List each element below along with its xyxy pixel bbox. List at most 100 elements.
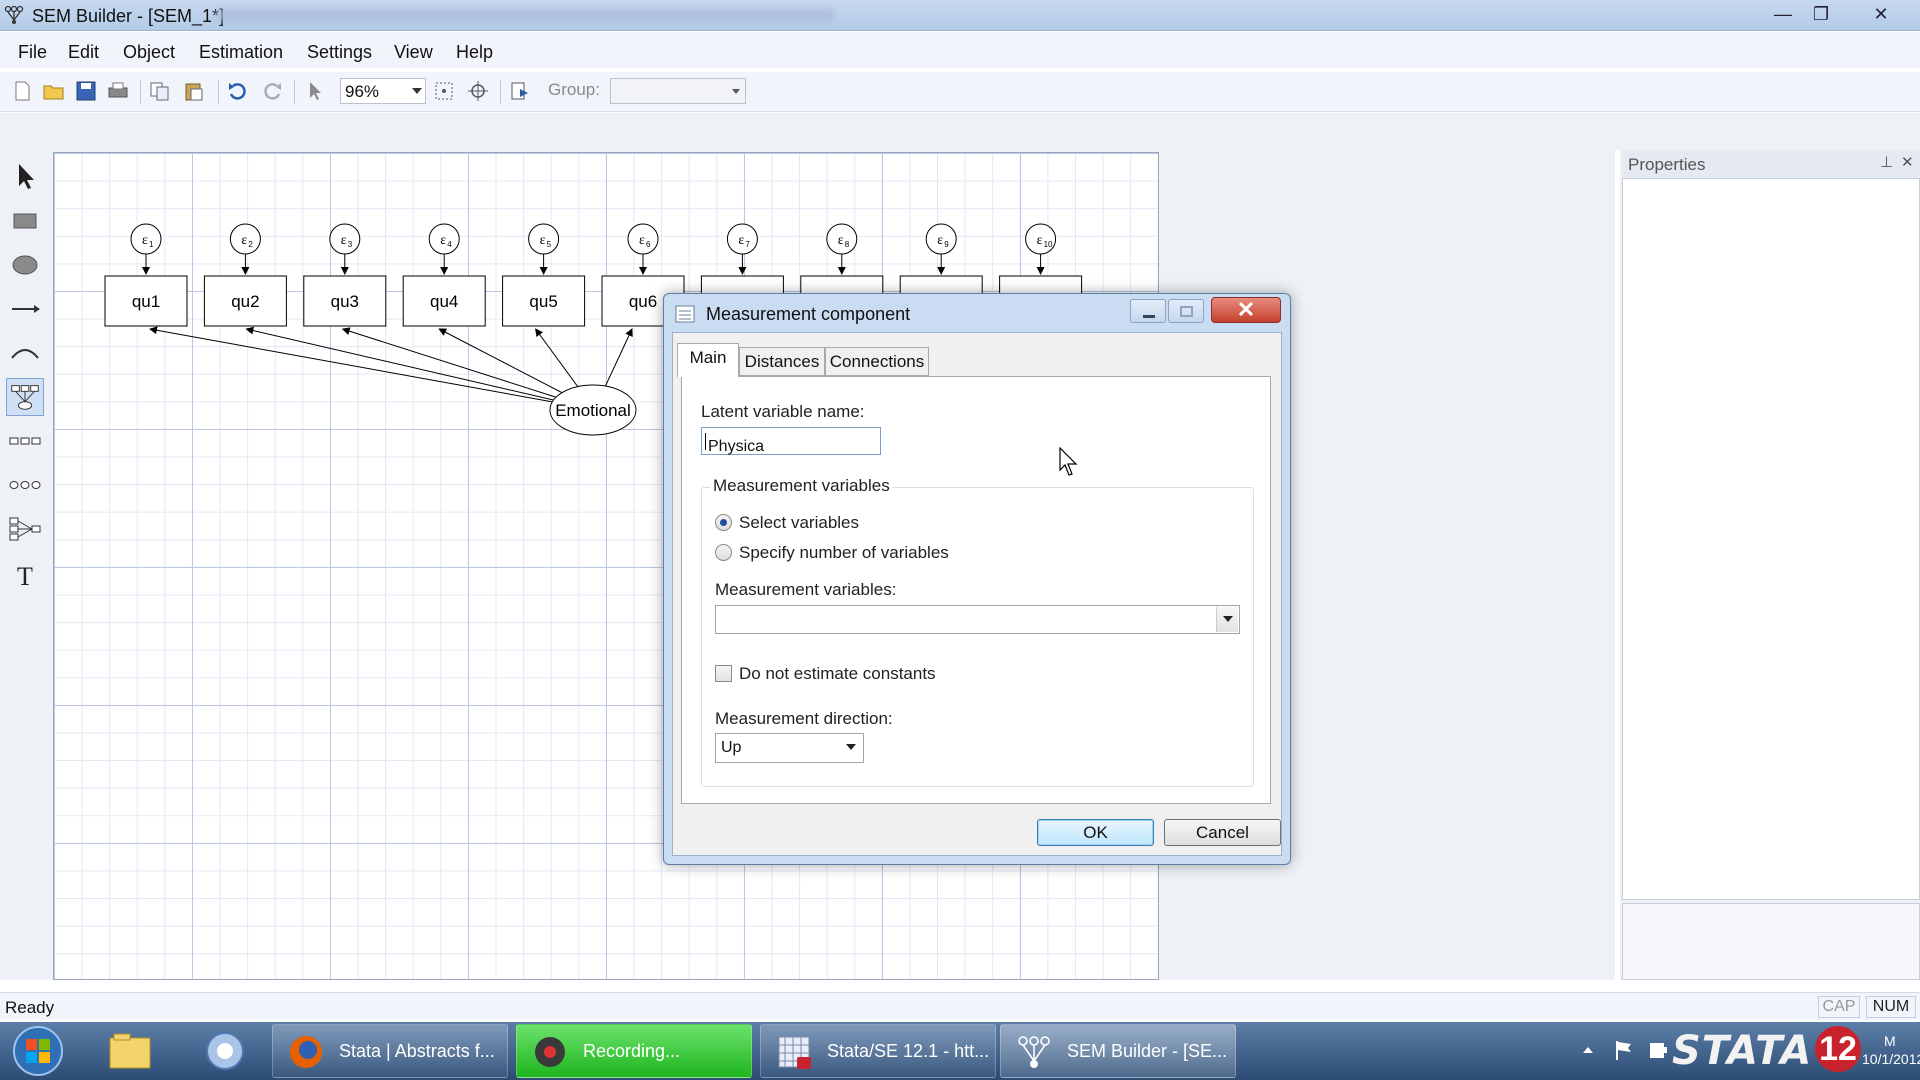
zoom-extent-icon[interactable] (466, 80, 490, 102)
dialog-minimize-button[interactable] (1130, 299, 1166, 323)
tab-main[interactable]: Main (677, 343, 739, 377)
error-term[interactable]: ε1 (130, 223, 162, 255)
specify-number-radio[interactable] (715, 544, 732, 561)
error-term[interactable]: ε8 (826, 223, 858, 255)
maximize-button[interactable]: ❐ (1802, 2, 1840, 26)
dialog-maximize-button[interactable] (1168, 299, 1204, 323)
error-term[interactable]: ε6 (627, 223, 659, 255)
latent-set-tool-icon[interactable] (6, 466, 44, 504)
select-tool-icon[interactable] (6, 158, 44, 196)
menu-edit[interactable]: Edit (68, 42, 99, 63)
copy-icon[interactable] (148, 80, 172, 102)
error-term[interactable]: ε9 (925, 223, 957, 255)
new-file-icon[interactable] (10, 80, 34, 102)
redo-icon[interactable] (260, 80, 284, 102)
menu-settings[interactable]: Settings (307, 42, 372, 63)
observed-variable-tool-icon[interactable] (6, 202, 44, 240)
no-constants-label[interactable]: Do not estimate constants (739, 664, 936, 684)
error-term[interactable]: ε2 (229, 223, 261, 255)
no-constants-checkbox[interactable] (715, 665, 732, 682)
measurement-variables-combo[interactable] (715, 605, 1240, 634)
power-tray-icon[interactable] (1646, 1038, 1670, 1062)
menu-object[interactable]: Object (123, 42, 175, 63)
measurement-component-dialog: Measurement component ✕ Main Distances C… (663, 293, 1291, 865)
observed-variable-box[interactable]: qu5 (502, 275, 586, 327)
measurement-variables-label: Measurement variables: (715, 580, 897, 599)
fit-in-window-icon[interactable] (432, 80, 456, 102)
observed-variable-box[interactable]: qu1 (104, 275, 188, 327)
tab-distances[interactable]: Distances (739, 347, 825, 376)
observed-variable-box[interactable]: qu4 (402, 275, 486, 327)
direction-select[interactable]: Up (715, 733, 864, 763)
menu-bar: File Edit Object Estimation Settings Vie… (0, 32, 1920, 68)
error-term[interactable]: ε7 (726, 223, 758, 255)
messenger-pin-icon[interactable] (195, 1026, 255, 1076)
tab-connections[interactable]: Connections (825, 347, 929, 376)
explorer-pin-icon[interactable] (100, 1026, 160, 1076)
select-variables-radio[interactable] (715, 514, 732, 531)
chevron-down-icon[interactable] (1216, 607, 1238, 632)
error-subscript: 1 (149, 240, 154, 249)
task-label: SEM Builder - [SE... (1067, 1041, 1228, 1061)
minimize-button[interactable]: — (1764, 2, 1802, 26)
select-variables-label[interactable]: Select variables (739, 513, 859, 533)
menu-file[interactable]: File (18, 42, 47, 63)
save-icon[interactable] (74, 80, 98, 102)
dialog-close-button[interactable]: ✕ (1211, 297, 1281, 323)
pin-icon[interactable]: ⊥ (1880, 153, 1893, 171)
observed-variable-box[interactable]: qu3 (303, 275, 387, 327)
paste-icon[interactable] (182, 80, 206, 102)
select-pointer-icon[interactable] (302, 80, 326, 102)
specify-number-label[interactable]: Specify number of variables (739, 543, 949, 563)
measurement-path[interactable] (245, 326, 563, 403)
path-tool-icon[interactable] (6, 290, 44, 328)
menu-estimation[interactable]: Estimation (199, 42, 283, 63)
close-icon[interactable]: ✕ (1901, 153, 1914, 171)
tray-expand-icon[interactable] (1580, 1042, 1596, 1058)
latent-variable-tool-icon[interactable] (6, 246, 44, 284)
task-sem-builder[interactable]: SEM Builder - [SE... (1000, 1024, 1236, 1078)
observed-set-tool-icon[interactable] (6, 422, 44, 460)
regression-component-tool-icon[interactable] (6, 510, 44, 548)
text-tool-icon[interactable]: T (6, 556, 44, 594)
latent-name-label: Latent variable name: (701, 402, 865, 421)
action-center-flag-icon[interactable] (1612, 1038, 1636, 1062)
menu-help[interactable]: Help (456, 42, 493, 63)
error-label: ε (241, 233, 247, 248)
undo-icon[interactable] (226, 80, 250, 102)
measurement-path[interactable] (341, 327, 572, 403)
measurement-path[interactable] (149, 326, 554, 403)
cancel-button[interactable]: Cancel (1164, 819, 1281, 846)
observed-variable-label: qu6 (629, 292, 657, 311)
ok-button[interactable]: OK (1037, 819, 1154, 846)
system-clock[interactable]: M 10/1/2012 (1862, 1032, 1920, 1068)
start-button-icon[interactable] (10, 1025, 66, 1077)
latent-name-input[interactable]: Physica (701, 427, 881, 455)
error-term[interactable]: ε5 (528, 223, 560, 255)
task-stata-abstracts[interactable]: Stata | Abstracts f... (272, 1024, 508, 1078)
error-term[interactable]: ε 10 (1025, 223, 1057, 255)
print-icon[interactable] (106, 80, 130, 102)
zoom-combo[interactable]: 96% (340, 78, 426, 104)
error-label: ε (540, 233, 546, 248)
text-caret (705, 433, 706, 450)
observed-variable-box[interactable]: qu2 (203, 275, 287, 327)
group-select[interactable] (610, 78, 746, 104)
close-button[interactable]: ✕ (1862, 2, 1900, 26)
error-term[interactable]: ε4 (428, 223, 460, 255)
chevron-down-icon[interactable] (840, 735, 862, 761)
estimate-icon[interactable] (508, 80, 532, 102)
open-folder-icon[interactable] (42, 80, 66, 102)
mouse-cursor-icon (1059, 447, 1078, 476)
measurement-component-tool-icon[interactable] (6, 378, 44, 416)
dialog-window-icon (675, 305, 695, 323)
task-stata-se[interactable]: Stata/SE 12.1 - htt... (760, 1024, 996, 1078)
menu-view[interactable]: View (394, 42, 433, 63)
toolbar-spacer (0, 113, 1920, 150)
error-term[interactable]: ε3 (329, 223, 361, 255)
covariance-tool-icon[interactable] (6, 334, 44, 372)
measurement-path[interactable] (438, 328, 581, 403)
task-recording[interactable]: Recording... (516, 1024, 752, 1078)
dialog-title: Measurement component (706, 304, 911, 324)
latent-emotional-label: Emotional (555, 401, 631, 420)
